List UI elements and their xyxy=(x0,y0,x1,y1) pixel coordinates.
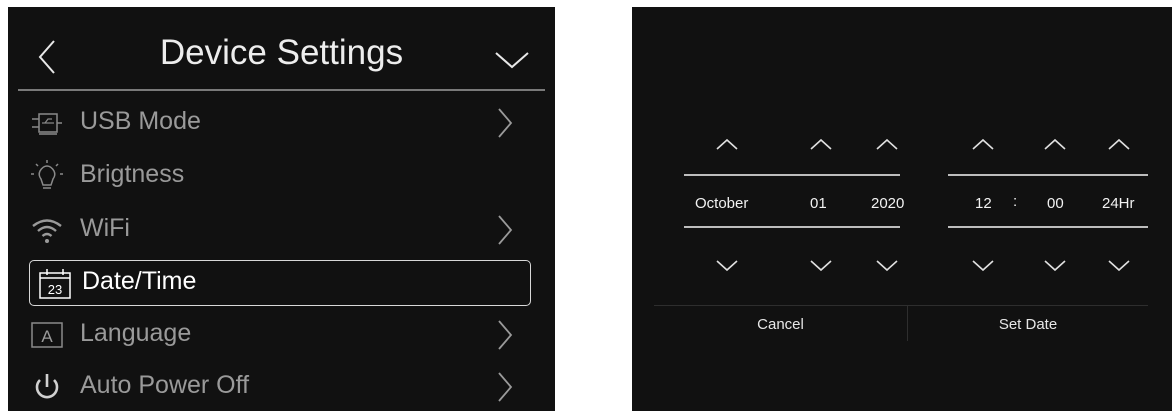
setting-item-label: Date/Time xyxy=(82,267,197,295)
date-selection-bottom-line xyxy=(684,226,900,228)
chevron-right-icon xyxy=(498,320,513,350)
chevron-down-icon[interactable] xyxy=(492,47,532,73)
minute-down-icon[interactable] xyxy=(1042,259,1068,273)
day-down-icon[interactable] xyxy=(808,259,834,273)
year-down-icon[interactable] xyxy=(874,259,900,273)
setting-item-label: WiFi xyxy=(80,214,130,242)
lightbulb-icon xyxy=(31,160,63,189)
page-title: Device Settings xyxy=(159,33,404,72)
setting-item-usb-mode[interactable]: USB Mode xyxy=(30,101,530,145)
format-down-icon[interactable] xyxy=(1106,259,1132,273)
minute-up-icon[interactable] xyxy=(1042,137,1068,151)
setting-item-brightness[interactable]: Brigtness xyxy=(30,154,530,198)
setting-item-language[interactable]: A Language xyxy=(30,313,530,357)
setting-item-auto-power-off[interactable]: Auto Power Off xyxy=(30,365,530,409)
header-divider xyxy=(18,89,545,91)
language-icon-letter: A xyxy=(41,327,53,346)
usb-icon xyxy=(32,113,62,135)
set-date-button[interactable]: Set Date xyxy=(908,316,1148,333)
time-selection-top-line xyxy=(948,174,1148,176)
setting-item-label: Language xyxy=(80,319,192,347)
date-picker-panel: October 01 2020 12 : 00 24Hr Cancel Set … xyxy=(632,7,1172,411)
setting-item-label: USB Mode xyxy=(80,107,201,135)
chevron-right-icon xyxy=(498,108,513,138)
setting-item-date-time[interactable]: 23 Date/Time xyxy=(29,260,531,306)
calendar-icon-number: 23 xyxy=(48,282,62,297)
device-settings-panel: Device Settings USB Mode Brigtness WiFi … xyxy=(8,7,555,411)
month-down-icon[interactable] xyxy=(714,259,740,273)
year-value[interactable]: 2020 xyxy=(871,195,904,212)
calendar-icon: 23 xyxy=(39,269,71,299)
power-icon xyxy=(35,374,59,399)
date-selection-top-line xyxy=(684,174,900,176)
format-value[interactable]: 24Hr xyxy=(1102,195,1135,212)
setting-item-wifi[interactable]: WiFi xyxy=(30,208,530,252)
day-up-icon[interactable] xyxy=(808,137,834,151)
month-value[interactable]: October xyxy=(695,195,748,212)
hour-value[interactable]: 12 xyxy=(975,195,992,212)
wifi-icon xyxy=(32,219,62,243)
format-up-icon[interactable] xyxy=(1106,137,1132,151)
chevron-right-icon xyxy=(498,372,513,402)
hour-up-icon[interactable] xyxy=(970,137,996,151)
year-up-icon[interactable] xyxy=(874,137,900,151)
month-up-icon[interactable] xyxy=(714,137,740,151)
language-icon: A xyxy=(31,322,63,348)
day-value[interactable]: 01 xyxy=(810,195,827,212)
time-selection-bottom-line xyxy=(948,226,1148,228)
chevron-right-icon xyxy=(498,215,513,245)
footer-divider xyxy=(654,305,1148,306)
time-separator: : xyxy=(1013,193,1018,210)
setting-item-label: Brigtness xyxy=(80,160,185,188)
setting-item-label: Auto Power Off xyxy=(80,371,250,399)
minute-value[interactable]: 00 xyxy=(1047,195,1064,212)
cancel-button[interactable]: Cancel xyxy=(654,316,907,333)
hour-down-icon[interactable] xyxy=(970,259,996,273)
